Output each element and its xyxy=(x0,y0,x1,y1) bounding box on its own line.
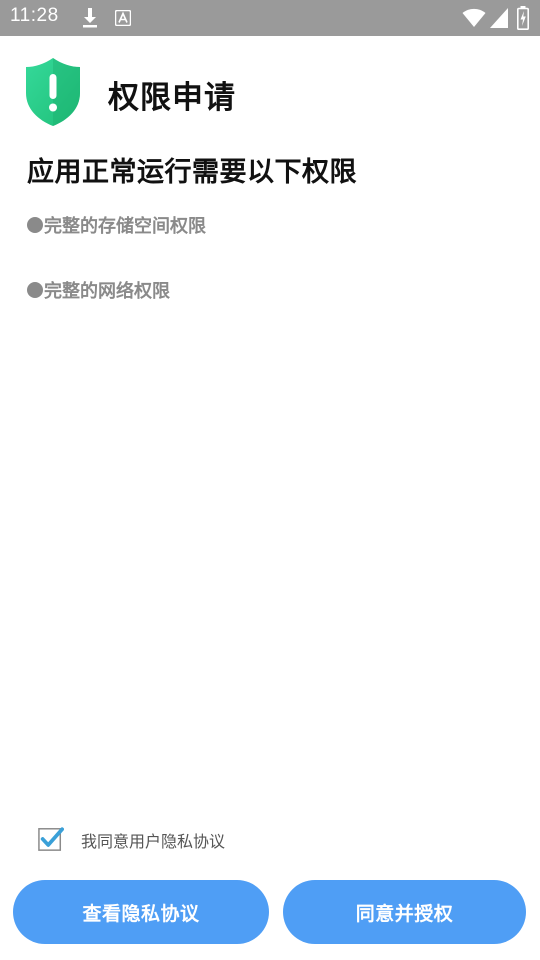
agreement-checkbox[interactable] xyxy=(38,826,64,852)
permission-list: 完整的存储空间权限 完整的网络权限 xyxy=(27,212,206,342)
agreement-label[interactable]: 我同意用户隐私协议 xyxy=(81,828,225,852)
battery-charging-icon xyxy=(517,6,529,30)
permission-item-network: 完整的网络权限 xyxy=(27,277,206,342)
agree-and-authorize-button[interactable]: 同意并授权 xyxy=(283,880,526,944)
status-bar: 11:28 xyxy=(0,0,540,36)
shield-exclamation-icon xyxy=(26,58,80,126)
wifi-icon xyxy=(462,8,486,27)
font-a-icon xyxy=(115,10,131,26)
download-icon xyxy=(83,8,97,28)
page-title: 权限申请 xyxy=(108,80,236,116)
signal-icon xyxy=(490,8,508,28)
permission-request-screen: 11:28 权限申请 应用正常运行需要以下权限 完整的存储空间权限 完整的网络权… xyxy=(0,0,540,960)
bullet-icon xyxy=(27,217,43,233)
status-time: 11:28 xyxy=(10,5,59,26)
permission-label: 完整的网络权限 xyxy=(44,281,170,302)
bullet-icon xyxy=(27,282,43,298)
permissions-subtitle: 应用正常运行需要以下权限 xyxy=(27,157,357,188)
permission-label: 完整的存储空间权限 xyxy=(44,216,206,237)
agreement-row[interactable]: 我同意用户隐私协议 xyxy=(38,824,225,854)
view-privacy-policy-button[interactable]: 查看隐私协议 xyxy=(13,880,269,944)
permission-item-storage: 完整的存储空间权限 xyxy=(27,212,206,277)
